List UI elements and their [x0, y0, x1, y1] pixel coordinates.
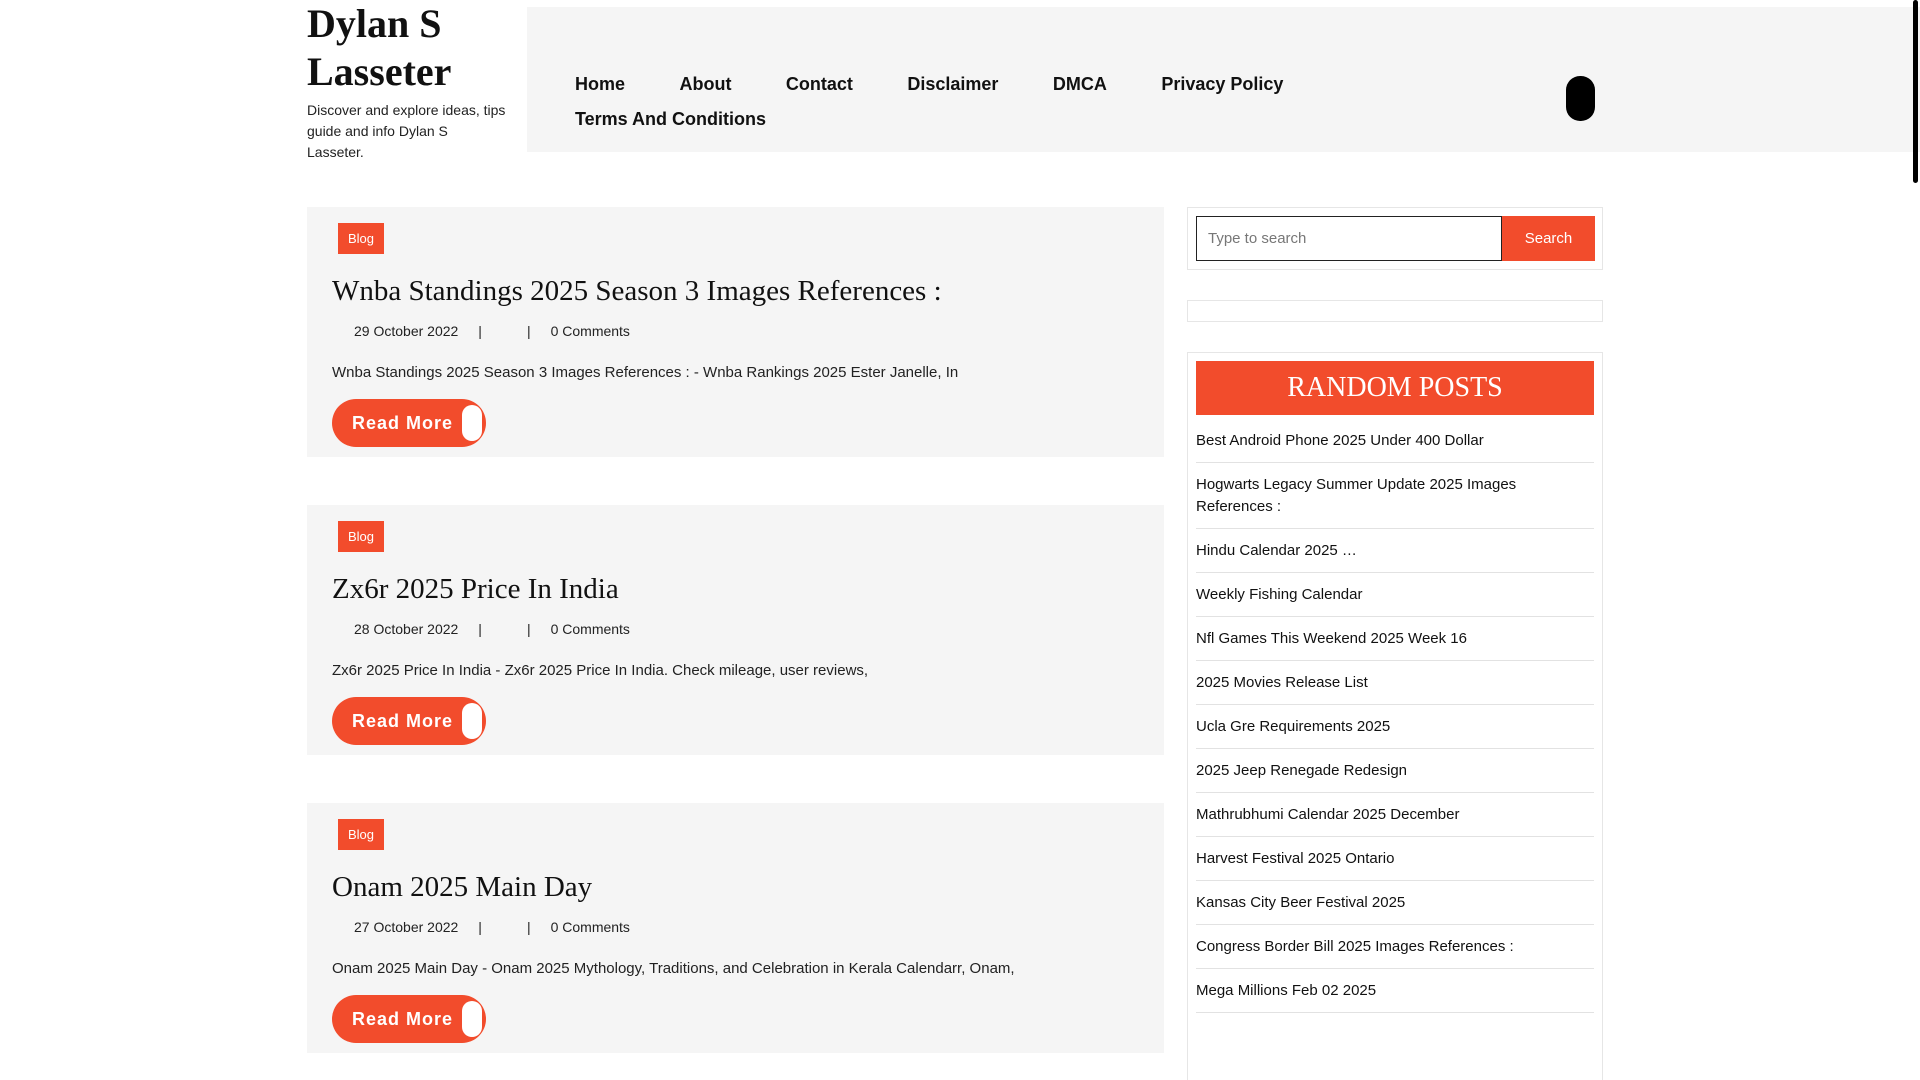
- read-more-pill-icon: [462, 703, 482, 739]
- meta-separator: |: [478, 323, 482, 339]
- read-more-label: Read More: [352, 413, 454, 433]
- meta-separator: |: [526, 919, 531, 935]
- nav-item-dmca: DMCA: [1053, 67, 1107, 102]
- meta-separator: |: [526, 621, 531, 637]
- site-title-link[interactable]: Dylan S Lasseter: [307, 0, 507, 96]
- post-comments-count[interactable]: 0 Comments: [551, 621, 630, 637]
- list-item: Weekly Fishing Calendar: [1196, 573, 1594, 617]
- nav-menu: Home About Contact Disclaimer DMCA Priva…: [575, 67, 1335, 137]
- list-item: 2025 Jeep Renegade Redesign: [1196, 749, 1594, 793]
- post-title[interactable]: Onam 2025 Main Day: [332, 867, 592, 907]
- post-excerpt: Wnba Standings 2025 Season 3 Images Refe…: [332, 364, 959, 381]
- nav-item-contact: Contact: [786, 67, 853, 102]
- post-card: Blog Zx6r 2025 Price In India 28 October…: [307, 505, 1164, 755]
- post-excerpt: Zx6r 2025 Price In India - Zx6r 2025 Pri…: [332, 662, 869, 679]
- nav-item-about: About: [679, 67, 731, 102]
- list-item: Hindu Calendar 2025 …: [1196, 529, 1594, 573]
- post-meta: 28 October 2022 | | 0 Comments: [354, 619, 630, 639]
- list-item: Best Android Phone 2025 Under 400 Dollar: [1196, 419, 1594, 463]
- nav-item-terms: Terms And Conditions: [575, 102, 766, 137]
- search-input[interactable]: [1196, 216, 1502, 261]
- meta-separator: |: [526, 323, 531, 339]
- post-date[interactable]: 28 October 2022: [354, 621, 458, 637]
- post-category-badge[interactable]: Blog: [338, 521, 385, 552]
- nav-item-disclaimer: Disclaimer: [907, 67, 998, 102]
- nav-link-privacy-policy[interactable]: Privacy Policy: [1161, 74, 1283, 94]
- nav-link-dmca[interactable]: DMCA: [1053, 74, 1107, 94]
- list-item: Harvest Festival 2025 Ontario: [1196, 837, 1594, 881]
- main-navigation: Home About Contact Disclaimer DMCA Priva…: [527, 7, 1920, 152]
- random-post-link[interactable]: Harvest Festival 2025 Ontario: [1196, 850, 1394, 867]
- nav-link-home[interactable]: Home: [575, 74, 625, 94]
- random-post-link[interactable]: Best Android Phone 2025 Under 400 Dollar: [1196, 432, 1484, 449]
- list-item: Nfl Games This Weekend 2025 Week 16: [1196, 617, 1594, 661]
- read-more-button[interactable]: Read More: [332, 697, 486, 745]
- list-item: Kansas City Beer Festival 2025: [1196, 881, 1594, 925]
- post-title[interactable]: Wnba Standings 2025 Season 3 Images Refe…: [332, 271, 942, 311]
- post-date[interactable]: 29 October 2022: [354, 323, 458, 339]
- nav-link-disclaimer[interactable]: Disclaimer: [907, 74, 998, 94]
- read-more-button[interactable]: Read More: [332, 995, 486, 1043]
- site-tagline: Discover and explore ideas, tips guide a…: [307, 102, 506, 160]
- list-item: Mathrubhumi Calendar 2025 December: [1196, 793, 1594, 837]
- list-item: Congress Border Bill 2025 Images Referen…: [1196, 925, 1594, 969]
- random-post-link[interactable]: 2025 Jeep Renegade Redesign: [1196, 762, 1407, 779]
- nav-item-privacy-policy: Privacy Policy: [1161, 67, 1283, 102]
- post-card: Blog Wnba Standings 2025 Season 3 Images…: [307, 207, 1164, 457]
- random-post-link[interactable]: Mathrubhumi Calendar 2025 December: [1196, 806, 1459, 823]
- random-posts-list: Best Android Phone 2025 Under 400 Dollar…: [1196, 419, 1594, 1013]
- list-item: Mega Millions Feb 02 2025: [1196, 969, 1594, 1013]
- random-post-link[interactable]: Ucla Gre Requirements 2025: [1196, 718, 1390, 735]
- list-item: Ucla Gre Requirements 2025: [1196, 705, 1594, 749]
- search-widget: Search: [1187, 207, 1603, 270]
- random-posts-widget: RANDOM POSTS Best Android Phone 2025 Und…: [1187, 352, 1603, 1080]
- post-excerpt: Onam 2025 Main Day - Onam 2025 Mythology…: [332, 960, 1015, 977]
- nav-link-about[interactable]: About: [679, 74, 731, 94]
- post-meta: 29 October 2022 | | 0 Comments: [354, 321, 630, 341]
- random-post-link[interactable]: Weekly Fishing Calendar: [1196, 586, 1362, 603]
- random-post-link[interactable]: Congress Border Bill 2025 Images Referen…: [1196, 938, 1514, 955]
- scrollbar-thumb[interactable]: [1913, 0, 1918, 183]
- post-meta: 27 October 2022 | | 0 Comments: [354, 917, 630, 937]
- post-card: Blog Onam 2025 Main Day 27 October 2022 |…: [307, 803, 1164, 1053]
- random-post-link[interactable]: Hogwarts Legacy Summer Update 2025 Image…: [1196, 476, 1516, 515]
- read-more-pill-icon: [462, 1001, 482, 1037]
- post-title[interactable]: Zx6r 2025 Price In India: [332, 569, 619, 609]
- site-branding: Dylan S Lasseter Discover and explore id…: [307, 0, 507, 163]
- search-button[interactable]: Search: [1502, 216, 1595, 261]
- random-post-link[interactable]: Mega Millions Feb 02 2025: [1196, 982, 1376, 999]
- read-more-label: Read More: [352, 1009, 454, 1029]
- random-posts-heading: RANDOM POSTS: [1196, 361, 1594, 415]
- menu-toggle-icon[interactable]: [1566, 76, 1595, 121]
- list-item: 2025 Movies Release List: [1196, 661, 1594, 705]
- list-item: Hogwarts Legacy Summer Update 2025 Image…: [1196, 463, 1594, 529]
- nav-item-home: Home: [575, 67, 625, 102]
- post-date[interactable]: 27 October 2022: [354, 919, 458, 935]
- post-comments-count[interactable]: 0 Comments: [551, 919, 630, 935]
- empty-widget: [1187, 300, 1603, 322]
- random-post-link[interactable]: Nfl Games This Weekend 2025 Week 16: [1196, 630, 1467, 647]
- read-more-pill-icon: [462, 405, 482, 441]
- meta-separator: |: [478, 919, 482, 935]
- post-category-badge[interactable]: Blog: [338, 223, 385, 254]
- random-post-link[interactable]: Kansas City Beer Festival 2025: [1196, 894, 1405, 911]
- post-category-badge[interactable]: Blog: [338, 819, 385, 850]
- post-comments-count[interactable]: 0 Comments: [551, 323, 630, 339]
- nav-link-terms[interactable]: Terms And Conditions: [575, 109, 766, 129]
- random-post-link[interactable]: 2025 Movies Release List: [1196, 674, 1368, 691]
- meta-separator: |: [478, 621, 482, 637]
- nav-link-contact[interactable]: Contact: [786, 74, 853, 94]
- random-post-link[interactable]: Hindu Calendar 2025 …: [1196, 542, 1357, 559]
- read-more-label: Read More: [352, 711, 454, 731]
- read-more-button[interactable]: Read More: [332, 399, 486, 447]
